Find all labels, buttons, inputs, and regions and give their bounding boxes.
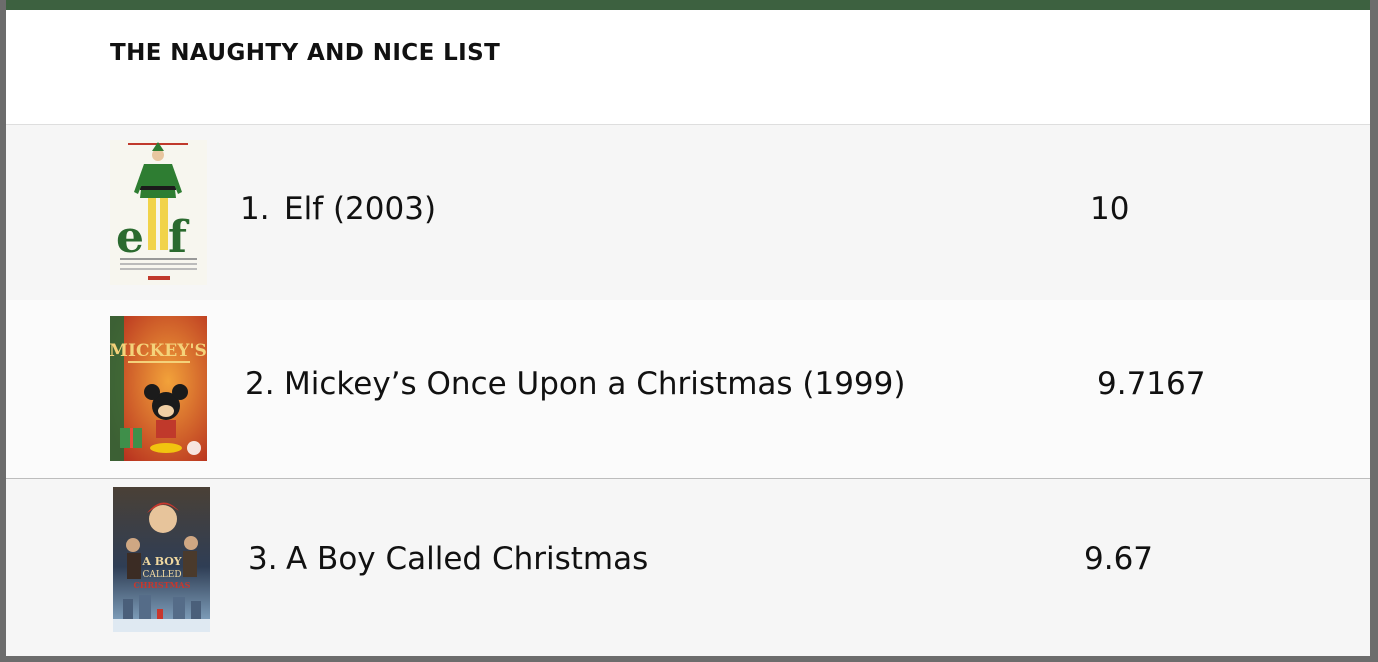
score-value: 9.7167 [1097, 366, 1206, 402]
svg-text:CHRISTMAS: CHRISTMAS [134, 580, 191, 590]
svg-text:CALLED: CALLED [142, 570, 181, 580]
elf-poster-image[interactable]: e f [110, 140, 207, 285]
rank-number: 1. [240, 191, 270, 227]
rank-number: 2. [245, 366, 275, 402]
top-accent-bar [0, 0, 1378, 10]
frame-right-edge [1370, 0, 1378, 662]
mickey-christmas-poster-image[interactable]: MICKEY'S [110, 316, 207, 461]
svg-text:e: e [116, 212, 144, 263]
frame-bottom-edge [0, 656, 1378, 662]
film-title[interactable]: Mickey’s Once Upon a Christmas (1999) [284, 366, 905, 402]
boy-called-christmas-poster-image[interactable]: A BOY CALLED CHRISTMAS [113, 487, 210, 632]
ranking-panel: THE NAUGHTY AND NICE LIST e f 1. Elf (20… [6, 10, 1370, 656]
list-item-3[interactable]: A BOY CALLED CHRISTMAS 3. A Boy Called C… [6, 479, 1370, 656]
list-title: THE NAUGHTY AND NICE LIST [110, 40, 501, 66]
score-value: 10 [1090, 191, 1130, 227]
list-item-2[interactable]: MICKEY'S 2. Mickey’s Once Upon a Christm… [6, 300, 1370, 479]
svg-text:f: f [168, 212, 190, 263]
film-title[interactable]: Elf (2003) [284, 191, 436, 227]
list-item-1[interactable]: e f 1. Elf (2003) 10 [6, 124, 1370, 301]
score-value: 9.67 [1084, 541, 1154, 577]
rank-number: 3. [248, 541, 278, 577]
film-title[interactable]: A Boy Called Christmas [286, 541, 648, 577]
svg-text:MICKEY'S: MICKEY'S [110, 341, 207, 361]
svg-text:A BOY: A BOY [141, 555, 181, 568]
